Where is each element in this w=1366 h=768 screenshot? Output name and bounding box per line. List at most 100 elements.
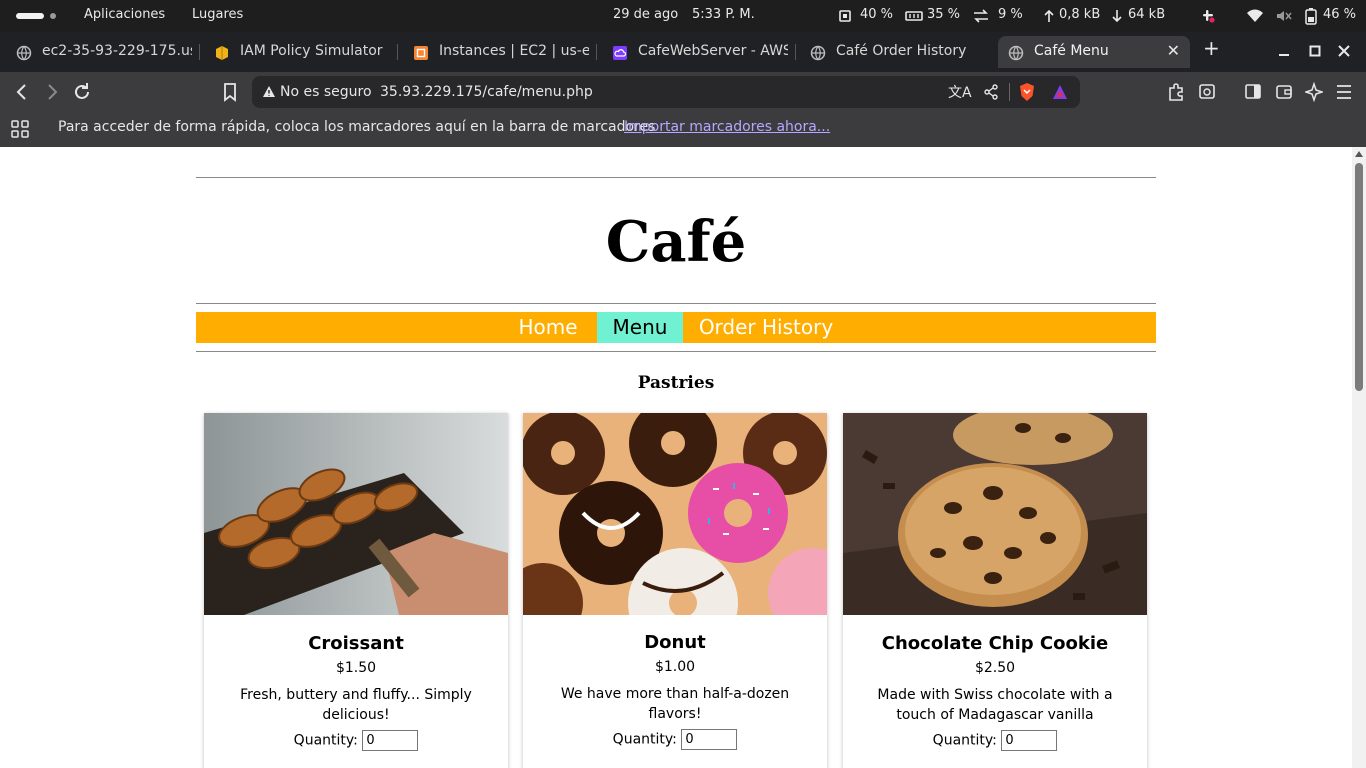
swap-usage: 9 %: [998, 7, 1023, 22]
cpu-icon: [839, 10, 851, 22]
tab-iam-policy-simulator[interactable]: IAM Policy Simulator: [204, 36, 398, 68]
share-icon[interactable]: [983, 84, 999, 100]
product-price: $1.50: [335, 660, 377, 676]
quantity-row: Quantity:: [843, 730, 1147, 751]
tab-cafe-menu[interactable]: Café Menu ✕: [998, 36, 1190, 68]
tab-separator: [795, 44, 796, 60]
section-title: Pastries: [637, 373, 715, 393]
browser-toolbar: No es seguro 35.93.229.175/cafe/menu.php…: [0, 72, 1366, 112]
security-status[interactable]: No es seguro: [280, 84, 372, 100]
bookmark-icon[interactable]: [222, 82, 238, 102]
apps-grid-icon[interactable]: [11, 120, 29, 138]
tab-cafe-web-server[interactable]: CafeWebServer - AWS: [602, 36, 796, 68]
product-card-croissant: Croissant $1.50 Fresh, buttery and fluff…: [204, 413, 508, 768]
battery-level: 46 %: [1323, 7, 1357, 22]
header-rule-top: [196, 177, 1156, 178]
quantity-label: Quantity:: [293, 732, 358, 749]
minimize-window-icon[interactable]: [1278, 45, 1290, 57]
wifi-icon[interactable]: [1246, 8, 1264, 24]
nav-menu[interactable]: Menu: [597, 312, 683, 343]
workspace-indicator-active[interactable]: [16, 13, 44, 19]
tab-cafe-order-history[interactable]: Café Order History: [800, 36, 994, 68]
product-description: We have more than half-a-dozen flavors!: [560, 686, 790, 722]
tab-label: ec2-35-93-229-175.us-: [42, 43, 192, 59]
product-name: Chocolate Chip Cookie: [881, 633, 1109, 654]
system-top-bar: Aplicaciones Lugares 29 de ago 5:33 P. M…: [0, 0, 1366, 32]
nav-order-history[interactable]: Order History: [693, 312, 839, 343]
address-bar[interactable]: No es seguro 35.93.229.175/cafe/menu.php…: [252, 76, 1080, 108]
scroll-up-icon[interactable]: [1355, 151, 1363, 157]
site-nav-bar: Home Menu Order History: [196, 312, 1156, 343]
close-tab-icon[interactable]: ✕: [1167, 41, 1180, 60]
product-card-donut: Donut $1.00 We have more than half-a-doz…: [523, 413, 827, 768]
slack-icon[interactable]: [1200, 8, 1216, 24]
cpu-usage: 40 %: [860, 7, 894, 22]
header-rule-middle: [196, 303, 1156, 304]
globe-icon: [810, 45, 826, 61]
swap-icon: [974, 9, 988, 23]
bookmarks-hint: Para acceder de forma rápida, coloca los…: [58, 119, 656, 135]
header-rule-bottom: [196, 351, 1156, 352]
quantity-input[interactable]: [681, 729, 738, 750]
reader-mode-icon[interactable]: [1198, 82, 1216, 102]
sidebar-toggle-icon[interactable]: [1244, 82, 1262, 102]
menu-icon[interactable]: [1335, 82, 1353, 102]
warning-icon[interactable]: [262, 85, 276, 98]
download-speed: 64 kB: [1128, 7, 1166, 22]
quantity-label: Quantity:: [612, 731, 677, 748]
tab-label: CafeWebServer - AWS: [638, 43, 788, 59]
page-scrollbar[interactable]: [1352, 147, 1366, 768]
brave-shields-icon[interactable]: [1018, 82, 1036, 102]
memory-usage: 35 %: [927, 7, 961, 22]
places-menu[interactable]: Lugares: [192, 7, 243, 22]
maximize-window-icon[interactable]: [1309, 45, 1321, 57]
aws-iam-icon: [216, 46, 228, 60]
tab-separator: [397, 44, 398, 60]
scrollbar-thumb[interactable]: [1355, 163, 1363, 391]
product-price: $1.00: [654, 659, 696, 675]
quantity-input[interactable]: [362, 730, 419, 751]
volume-muted-icon[interactable]: [1275, 8, 1293, 24]
leo-ai-icon[interactable]: [1305, 82, 1323, 102]
close-window-icon[interactable]: [1338, 45, 1350, 57]
product-name: Croissant: [308, 633, 404, 654]
browser-tab-strip: ec2-35-93-229-175.us- IAM Policy Simulat…: [0, 32, 1366, 72]
wallet-icon[interactable]: [1275, 82, 1293, 102]
new-tab-icon[interactable]: +: [1203, 36, 1220, 60]
quantity-row: Quantity:: [523, 729, 827, 750]
clock-time[interactable]: 5:33 P. M.: [692, 7, 755, 22]
quantity-label: Quantity:: [932, 732, 997, 749]
aws-cloud-icon: [613, 46, 627, 60]
page-viewport: Café Home Menu Order History Pastries Cr…: [0, 147, 1366, 768]
clock-date[interactable]: 29 de ago: [613, 7, 678, 22]
croissant-photo: [204, 413, 508, 615]
cookie-photo: [843, 413, 1147, 615]
extensions-icon[interactable]: [1167, 82, 1185, 102]
translate-icon[interactable]: 文A: [948, 82, 972, 102]
reload-icon[interactable]: [73, 82, 91, 102]
workspace-indicator[interactable]: [50, 13, 56, 19]
back-icon[interactable]: [14, 82, 30, 102]
applications-menu[interactable]: Aplicaciones: [84, 7, 165, 22]
tab-ec2-instance[interactable]: ec2-35-93-229-175.us-: [6, 36, 200, 68]
battery-icon[interactable]: [1305, 8, 1317, 25]
forward-icon[interactable]: [44, 82, 60, 102]
tab-ec2-instances[interactable]: Instances | EC2 | us-ea: [403, 36, 597, 68]
download-arrow-icon: [1112, 10, 1122, 23]
brave-rewards-icon[interactable]: [1051, 83, 1069, 101]
upload-arrow-icon: [1044, 9, 1054, 22]
product-card-chocolate-chip-cookie: Chocolate Chip Cookie $2.50 Made with Sw…: [843, 413, 1147, 768]
tab-label: Café Menu: [1034, 43, 1109, 59]
globe-icon: [1008, 45, 1024, 61]
import-bookmarks-link[interactable]: Importar marcadores ahora...: [624, 119, 830, 135]
product-description: Made with Swiss chocolate with a touch o…: [877, 687, 1113, 723]
donut-photo: [523, 413, 827, 615]
aws-ec2-icon: [414, 46, 428, 60]
tab-label: IAM Policy Simulator: [240, 43, 383, 59]
url-text[interactable]: 35.93.229.175/cafe/menu.php: [380, 84, 593, 100]
nav-home[interactable]: Home: [510, 312, 586, 343]
bookmarks-bar: Para acceder de forma rápida, coloca los…: [0, 112, 1366, 147]
product-name: Donut: [644, 632, 706, 653]
page-title: Café: [605, 209, 747, 275]
quantity-input[interactable]: [1001, 730, 1058, 751]
